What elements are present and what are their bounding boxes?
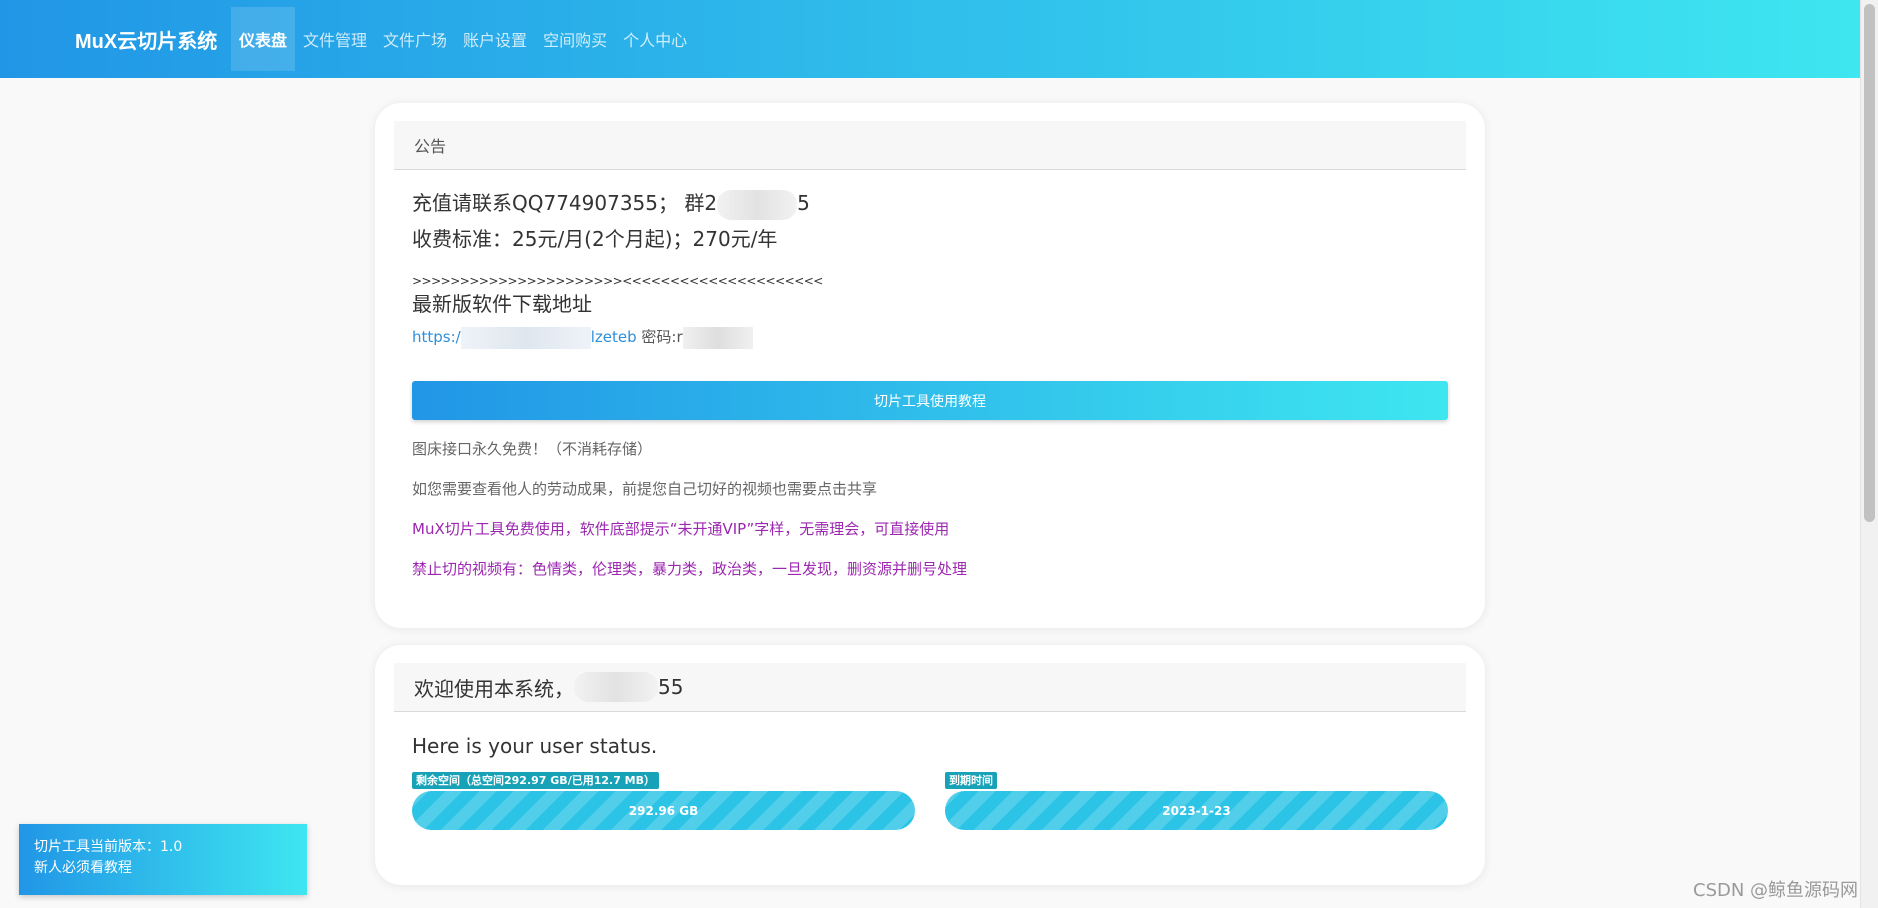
redaction-mask bbox=[682, 326, 753, 349]
redaction-mask bbox=[574, 672, 658, 702]
contact-text: 充值请联系QQ774907355； 群2 bbox=[412, 191, 718, 215]
version-toast[interactable]: 切片工具当前版本：1.0 新人必须看教程 bbox=[19, 824, 307, 895]
user-status-text: Here is your user status. bbox=[412, 734, 658, 758]
password-label: 密码:r bbox=[636, 328, 683, 346]
scrollbar-thumb[interactable] bbox=[1864, 4, 1875, 522]
space-badge: 剩余空间（总空间292.97 GB/已用12.7 MB） bbox=[412, 772, 660, 789]
nav-item-account-settings[interactable]: 账户设置 bbox=[455, 7, 535, 71]
space-status: 剩余空间（总空间292.97 GB/已用12.7 MB） 292.96 GB bbox=[412, 769, 915, 830]
expiry-progress-bar: 2023-1-23 bbox=[945, 791, 1448, 830]
download-link-line: https:/ lzeteb 密码:r bbox=[412, 325, 1448, 349]
top-navbar: MuX云切片系统 仪表盘 文件管理 文件广场 账户设置 空间购买 个人中心 bbox=[0, 0, 1860, 78]
nav-item-buy-space[interactable]: 空间购买 bbox=[535, 7, 615, 71]
nav-item-dashboard[interactable]: 仪表盘 bbox=[231, 7, 296, 71]
contact-suffix: 5 bbox=[797, 191, 810, 215]
notice-body: 充值请联系QQ774907355； 群2 5 收费标准：25元/月(2个月起)；2… bbox=[375, 185, 1485, 580]
nav-item-personal-center[interactable]: 个人中心 bbox=[615, 7, 695, 71]
welcome-card: 欢迎使用本系统， 55 Here is your user status. 剩余空… bbox=[375, 645, 1485, 885]
version-line: 切片工具当前版本：1.0 bbox=[34, 839, 183, 855]
nav-item-file-square[interactable]: 文件广场 bbox=[375, 7, 455, 71]
brand-title[interactable]: MuX云切片系统 bbox=[75, 25, 231, 54]
notice-line: 如您需要查看他人的劳动成果，前提您自己切好的视频也需要点击共享 bbox=[412, 480, 878, 498]
download-link[interactable]: https:/ lzeteb bbox=[412, 326, 637, 349]
expiry-badge: 到期时间 bbox=[945, 772, 997, 789]
download-link-prefix: https:/ bbox=[412, 328, 461, 346]
status-row: 剩余空间（总空间292.97 GB/已用12.7 MB） 292.96 GB 到… bbox=[412, 769, 1448, 830]
arrow-divider: >>>>>>>>>>>>>>>>>>>>>><<<<<<<<<<<<<<<<<<… bbox=[412, 274, 823, 288]
notice-header: 公告 bbox=[394, 121, 1466, 170]
notice-highlight-line: 禁止切的视频有：色情类，伦理类，暴力类，政治类，一旦发现，删资源并删号处理 bbox=[412, 560, 968, 578]
pricing-line: 收费标准：25元/月(2个月起)；270元/年 bbox=[412, 227, 778, 251]
redaction-mask bbox=[460, 326, 591, 349]
download-title: 最新版软件下载地址 bbox=[412, 292, 592, 316]
contact-line: 充值请联系QQ774907355； 群2 5 bbox=[412, 185, 1448, 221]
space-progress-bar: 292.96 GB bbox=[412, 791, 915, 830]
welcome-body: Here is your user status. 剩余空间（总空间292.97… bbox=[375, 731, 1485, 830]
welcome-text: 欢迎使用本系统， bbox=[414, 676, 574, 701]
page-scrollbar[interactable] bbox=[1860, 0, 1878, 908]
welcome-username-suffix: 55 bbox=[658, 675, 684, 699]
nav-item-file-management[interactable]: 文件管理 bbox=[295, 7, 375, 71]
notice-line: 图床接口永久免费！（不消耗存储） bbox=[412, 440, 653, 458]
expiry-status: 到期时间 2023-1-23 bbox=[945, 769, 1448, 830]
hint-line: 新人必须看教程 bbox=[34, 860, 132, 876]
tutorial-button[interactable]: 切片工具使用教程 bbox=[412, 381, 1448, 420]
welcome-header: 欢迎使用本系统， 55 bbox=[394, 663, 1466, 712]
csdn-watermark: CSDN @鲸鱼源码网 bbox=[1693, 880, 1859, 901]
notice-card: 公告 充值请联系QQ774907355； 群2 5 收费标准：25元/月(2个月起… bbox=[375, 103, 1485, 628]
download-link-suffix: lzeteb bbox=[590, 328, 637, 346]
notice-highlight-line: MuX切片工具免费使用，软件底部提示“未开通VIP”字样，无需理会，可直接使用 bbox=[412, 520, 950, 538]
nav-menu: 仪表盘 文件管理 文件广场 账户设置 空间购买 个人中心 bbox=[231, 0, 695, 78]
redaction-mask bbox=[717, 189, 798, 220]
